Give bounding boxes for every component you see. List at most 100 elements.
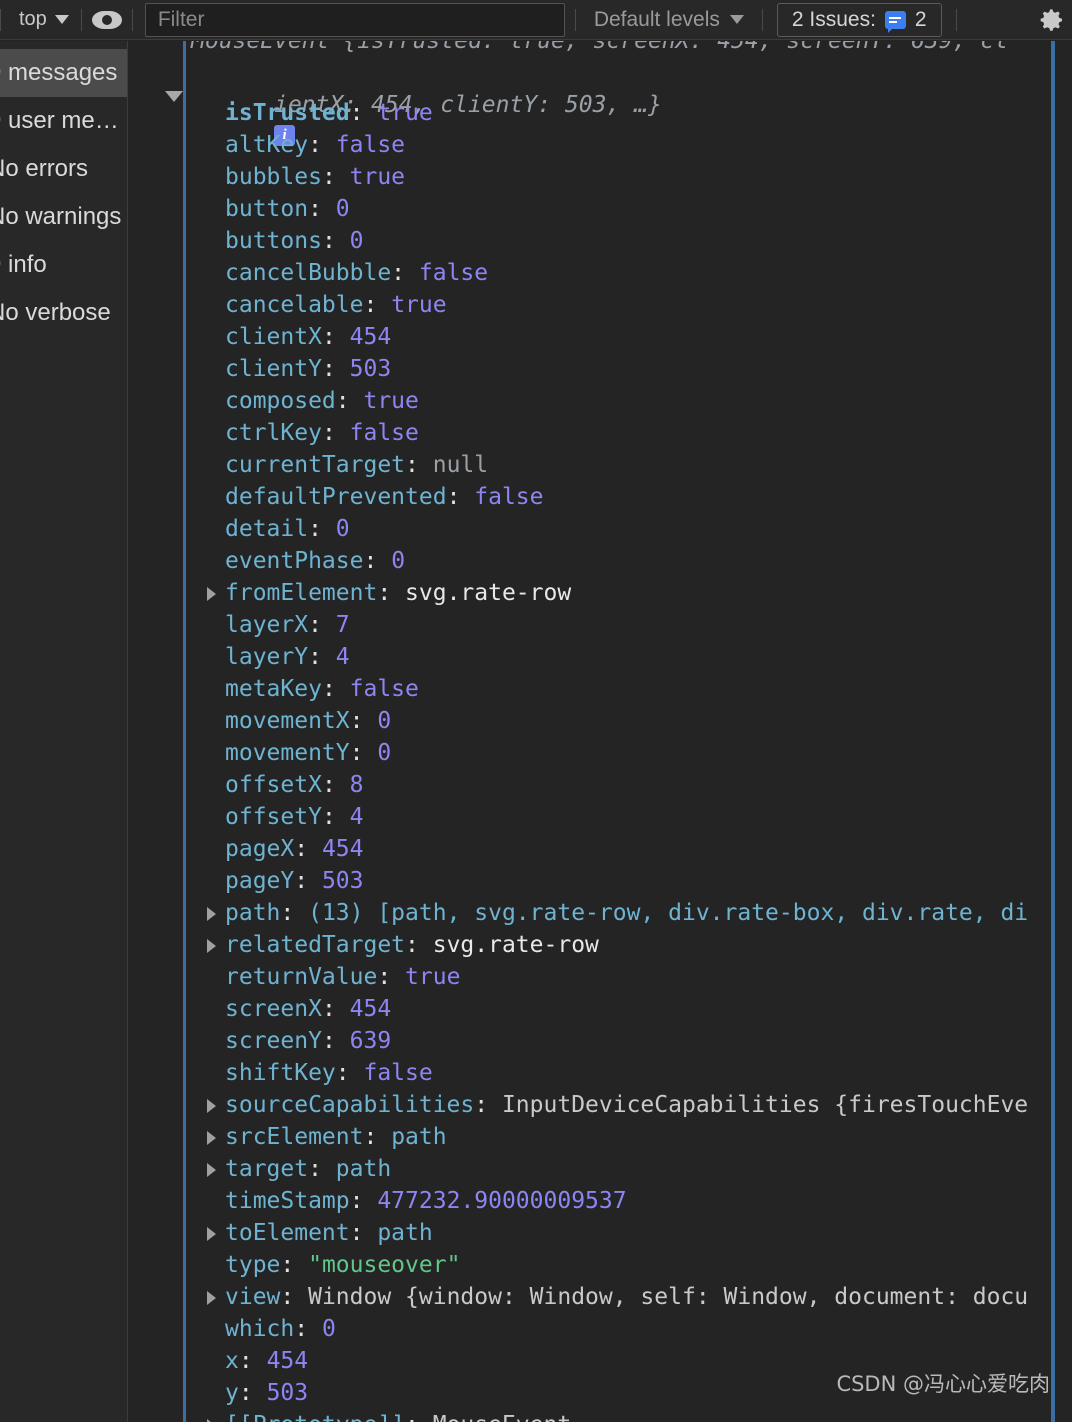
property-name: pageX [225,836,295,862]
property-value: 503 [349,356,392,382]
property-separator: : [321,804,350,830]
property-value: svg.rate-row [405,580,572,606]
property-value: (13) [path, svg.rate-row, div.rate-box, … [308,900,1029,926]
property-separator: : [280,900,309,926]
disclosure-triangle-icon[interactable] [207,1131,216,1145]
log-levels-select[interactable]: Default levels [576,8,762,32]
property-value: 0 [335,516,350,542]
disclosure-triangle-icon[interactable] [207,1099,216,1113]
property-name: movementX [225,708,350,734]
property-separator: : [238,1348,267,1374]
property-row: offsetY: 4 [129,801,1072,833]
property-name: clientY [225,356,322,382]
property-row[interactable]: [[Prototype]]: MouseEvent [129,1409,1072,1422]
property-row: pageY: 503 [129,865,1072,897]
property-row: cancelable: true [129,289,1072,321]
issues-button[interactable]: 2 Issues: 2 [776,2,942,37]
property-name: srcElement [225,1124,364,1150]
property-name: eventPhase [225,548,364,574]
property-row: buttons: 0 [129,225,1072,257]
property-separator: : [405,932,433,958]
property-row[interactable]: toElement: path [129,1217,1072,1249]
property-name: path [225,900,281,926]
property-row[interactable]: fromElement: svg.rate-row [129,577,1072,609]
property-name: which [225,1316,295,1342]
property-name: button [225,196,309,222]
console-message-area[interactable]: MouseEvent {isTrusted: true, screenX: 45… [129,41,1072,1422]
sidebar-item-user-messages[interactable]: 9 user me… [0,97,127,145]
property-name: [[Prototype]] [225,1412,405,1422]
property-separator: : [308,1156,336,1182]
execution-context-label: top [19,8,47,30]
property-name: relatedTarget [225,932,406,958]
property-separator: : [308,132,336,158]
disclosure-triangle-icon[interactable] [207,1291,216,1305]
property-value: "mouseover" [308,1252,461,1278]
disclosure-triangle-icon[interactable] [207,1163,216,1177]
property-row: screenY: 639 [129,1025,1072,1057]
toolbar-divider [761,8,763,31]
sidebar-item-info[interactable]: 9 info [0,241,127,289]
property-row: screenX: 454 [129,993,1072,1025]
property-name: cancelable [225,292,364,318]
property-row[interactable]: target: path [129,1153,1072,1185]
sidebar-item-verbose[interactable]: No verbose [0,289,127,337]
property-separator: : [363,292,392,318]
property-row[interactable]: sourceCapabilities: InputDeviceCapabilit… [129,1089,1072,1121]
property-separator: : [280,1252,309,1278]
sidebar-item-label: 9 info [0,251,47,278]
property-row[interactable]: srcElement: path [129,1121,1072,1153]
settings-button[interactable] [1028,0,1072,40]
property-value: InputDeviceCapabilities {firesTouchEve [501,1092,1029,1118]
property-separator: : [238,1380,267,1406]
property-row[interactable]: relatedTarget: svg.rate-row [129,929,1072,961]
property-row: offsetX: 8 [129,769,1072,801]
property-row[interactable]: view: Window {window: Window, self: Wind… [129,1281,1072,1313]
sidebar-item-label: No errors [0,155,89,182]
sidebar-item-label: 9 user me… [0,107,119,134]
property-name: type [225,1252,281,1278]
property-name: currentTarget [225,452,406,478]
property-value: 0 [335,196,350,222]
property-row: layerX: 7 [129,609,1072,641]
property-separator: : [377,964,406,990]
sidebar-item-warnings[interactable]: No warnings [0,193,127,241]
property-row[interactable]: path: (13) [path, svg.rate-row, div.rate… [129,897,1072,929]
property-row: defaultPrevented: false [129,481,1072,513]
property-separator: : [391,260,419,286]
property-name: screenY [225,1028,322,1054]
property-value: 503 [321,868,364,894]
disclosure-triangle-icon[interactable] [207,939,216,953]
gear-icon [1040,9,1063,31]
property-name: offsetY [225,804,322,830]
live-expression-button[interactable] [82,0,132,40]
sidebar-item-messages[interactable]: 9 messages [0,49,127,97]
property-row: shiftKey: false [129,1057,1072,1089]
disclosure-triangle-icon[interactable] [207,1227,216,1241]
property-name: offsetX [225,772,322,798]
property-value: 4 [349,804,364,830]
mouseevent-preview-header[interactable]: MouseEvent {isTrusted: true, screenX: 45… [129,41,1072,146]
property-separator: : [363,1124,392,1150]
log-levels-label: Default levels [593,7,720,31]
property-value: 454 [321,836,364,862]
disclosure-triangle-icon[interactable] [207,587,216,601]
property-separator: : [294,1316,322,1342]
search-input[interactable] [145,3,564,36]
property-name: movementY [225,740,350,766]
property-name: defaultPrevented [225,484,447,510]
property-separator: : [321,164,350,190]
property-separator: : [308,516,336,542]
issues-label: 2 Issues: [791,7,876,31]
property-value: false [363,1060,433,1086]
property-separator: : [335,1060,364,1086]
execution-context-select[interactable]: top [1,7,81,33]
property-value: 0 [377,708,392,734]
property-value: 477232.90000009537 [377,1188,627,1214]
sidebar-item-errors[interactable]: No errors [0,145,127,193]
property-separator: : [321,228,350,254]
property-name: buttons [225,228,322,254]
disclosure-triangle-icon[interactable] [207,907,216,921]
property-separator: : [321,772,350,798]
filter-field[interactable] [144,2,565,37]
